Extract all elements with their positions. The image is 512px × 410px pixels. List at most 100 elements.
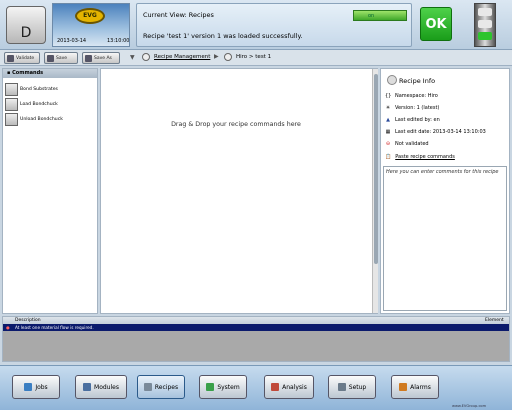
command-label: Bond Substrates [20,86,58,92]
user-icon: ▲ [386,117,390,123]
nav-label: Analysis [282,383,307,391]
info-text: Last edited by: en [395,117,440,123]
drop-hint: Drag & Drop your recipe commands here [171,121,301,128]
setup-icon [337,383,346,391]
breadcrumb-current: Hiro > test 1 [236,54,272,60]
unload-bondchuck-icon [5,112,18,126]
commands-panel: ▪ Commands Bond Substrates Load Bondchuc… [2,68,98,314]
signal-tower-icon [474,3,496,47]
command-bond-substrates[interactable]: Bond Substrates [5,82,58,96]
nav-label: Recipes [154,383,179,391]
header-bar: D EVG 2013-03-14 13:10:00 Current View: … [0,0,512,50]
nav-jobs-button[interactable]: Jobs [12,375,60,399]
ok-status-button[interactable]: OK [420,7,452,41]
nav-label: Modules [94,383,119,391]
command-unload-bondchuck[interactable]: Unload Bondchuck [5,112,63,126]
header-date: 2013-03-14 [57,38,87,44]
command-label: Unload Bondchuck [20,116,63,122]
recipe-comment-field[interactable]: Here you can enter comments for this rec… [383,166,507,311]
nav-label: Setup [348,383,367,391]
vertical-scrollbar[interactable] [372,69,378,313]
paste-icon: 📋 [385,154,392,160]
evg-logo-icon: EVG [75,8,105,24]
alarms-icon [399,383,408,391]
column-element[interactable]: Element [485,317,504,324]
nav-modules-button[interactable]: Modules [75,375,127,399]
recipe-drop-area[interactable]: Drag & Drop your recipe commands here [100,68,378,314]
message-list-empty-area [3,331,509,361]
nav-alarms-button[interactable]: Alarms [391,375,439,399]
recipe-info-icon [387,75,397,85]
bond-substrates-icon [5,82,18,96]
message-row[interactable]: ● At least one material flow is required… [3,324,509,331]
nav-label: Alarms [410,383,431,391]
commands-header[interactable]: ▪ Commands [3,69,97,78]
info-text: Last edit date: 2013-03-14 13:10:03 [395,129,486,135]
info-validation-status: ⊖ Not validated [385,141,429,147]
nav-recipes-button[interactable]: Recipes [137,375,185,399]
signal-light-top [478,8,492,16]
system-icon [206,383,215,391]
state-indicator: on [353,10,407,21]
save-icon [47,54,54,62]
save-as-icon [85,54,92,62]
save-button[interactable]: Save [44,52,78,64]
message-text: At least one material flow is required. [15,325,94,330]
recipe-icon [224,53,232,61]
breadcrumb-recipe-management[interactable]: Recipe Management [154,54,210,60]
modules-icon [83,383,92,391]
namespace-icon: {} [385,93,392,99]
scrollbar-thumb[interactable] [374,74,378,264]
nav-system-button[interactable]: System [199,375,247,399]
nav-label: Jobs [35,383,48,391]
validate-icon [7,54,14,62]
logo-text: EVG [83,12,97,19]
recipes-icon [143,383,152,391]
column-description[interactable]: Description [15,317,41,324]
header-time: 13:10:00 [107,38,130,44]
logo-panel: EVG 2013-03-14 13:10:00 [52,3,130,47]
status-panel: Current View: Recipes on Recipe 'test 1'… [136,3,412,47]
recipe-toolbar: Validate Save Save As ▼ Recipe Managemen… [0,50,512,66]
nav-analysis-button[interactable]: Analysis [264,375,314,399]
commands-header-label: Commands [12,70,44,76]
calendar-icon: ▦ [385,129,391,135]
not-validated-icon: ⊖ [385,141,391,147]
main-navigation: Jobs Modules Recipes System Analysis Set… [0,365,512,410]
message-list: Description Element ● At least one mater… [2,316,510,362]
user-initial: D [20,25,32,41]
paste-recipe-commands-link[interactable]: Paste recipe commands [395,154,455,160]
recipe-info-title: Recipe Info [399,77,436,85]
info-last-edit-date: ▦ Last edit date: 2013-03-14 13:10:03 [385,129,486,135]
signal-light-green [478,32,492,40]
recipe-management-icon [142,53,150,61]
signal-light-middle [478,20,492,28]
breadcrumb-dropdown-icon[interactable]: ▼ [130,54,135,61]
status-message: Recipe 'test 1' version 1 was loaded suc… [143,32,303,40]
breadcrumb-separator-icon: ▶ [214,53,219,60]
current-view-label: Current View: Recipes [143,11,214,19]
user-button[interactable]: D [6,6,46,44]
nav-label: System [217,383,240,391]
info-text: Version: 1 (latest) [395,105,440,111]
validate-button[interactable]: Validate [4,52,40,64]
command-load-bondchuck[interactable]: Load Bondchuck [5,97,58,111]
analysis-icon [271,383,280,391]
recipe-info-panel: Recipe Info {} Namespace: Hiro ✳ Version: … [380,68,510,314]
jobs-icon [24,383,33,391]
save-as-button[interactable]: Save As [82,52,120,64]
footer-url: www.EVGroup.com [452,404,487,408]
save-as-label: Save As [94,55,112,61]
save-label: Save [56,55,68,61]
info-version: ✳ Version: 1 (latest) [385,105,440,111]
paste-row: 📋 Paste recipe commands [385,154,455,160]
info-namespace: {} Namespace: Hiro [385,93,438,99]
command-label: Load Bondchuck [20,101,58,107]
error-icon: ● [6,325,10,330]
info-text: Not validated [395,141,429,147]
info-text: Namespace: Hiro [395,93,438,99]
version-icon: ✳ [385,105,391,111]
nav-setup-button[interactable]: Setup [328,375,376,399]
validate-label: Validate [16,55,35,61]
load-bondchuck-icon [5,97,18,111]
